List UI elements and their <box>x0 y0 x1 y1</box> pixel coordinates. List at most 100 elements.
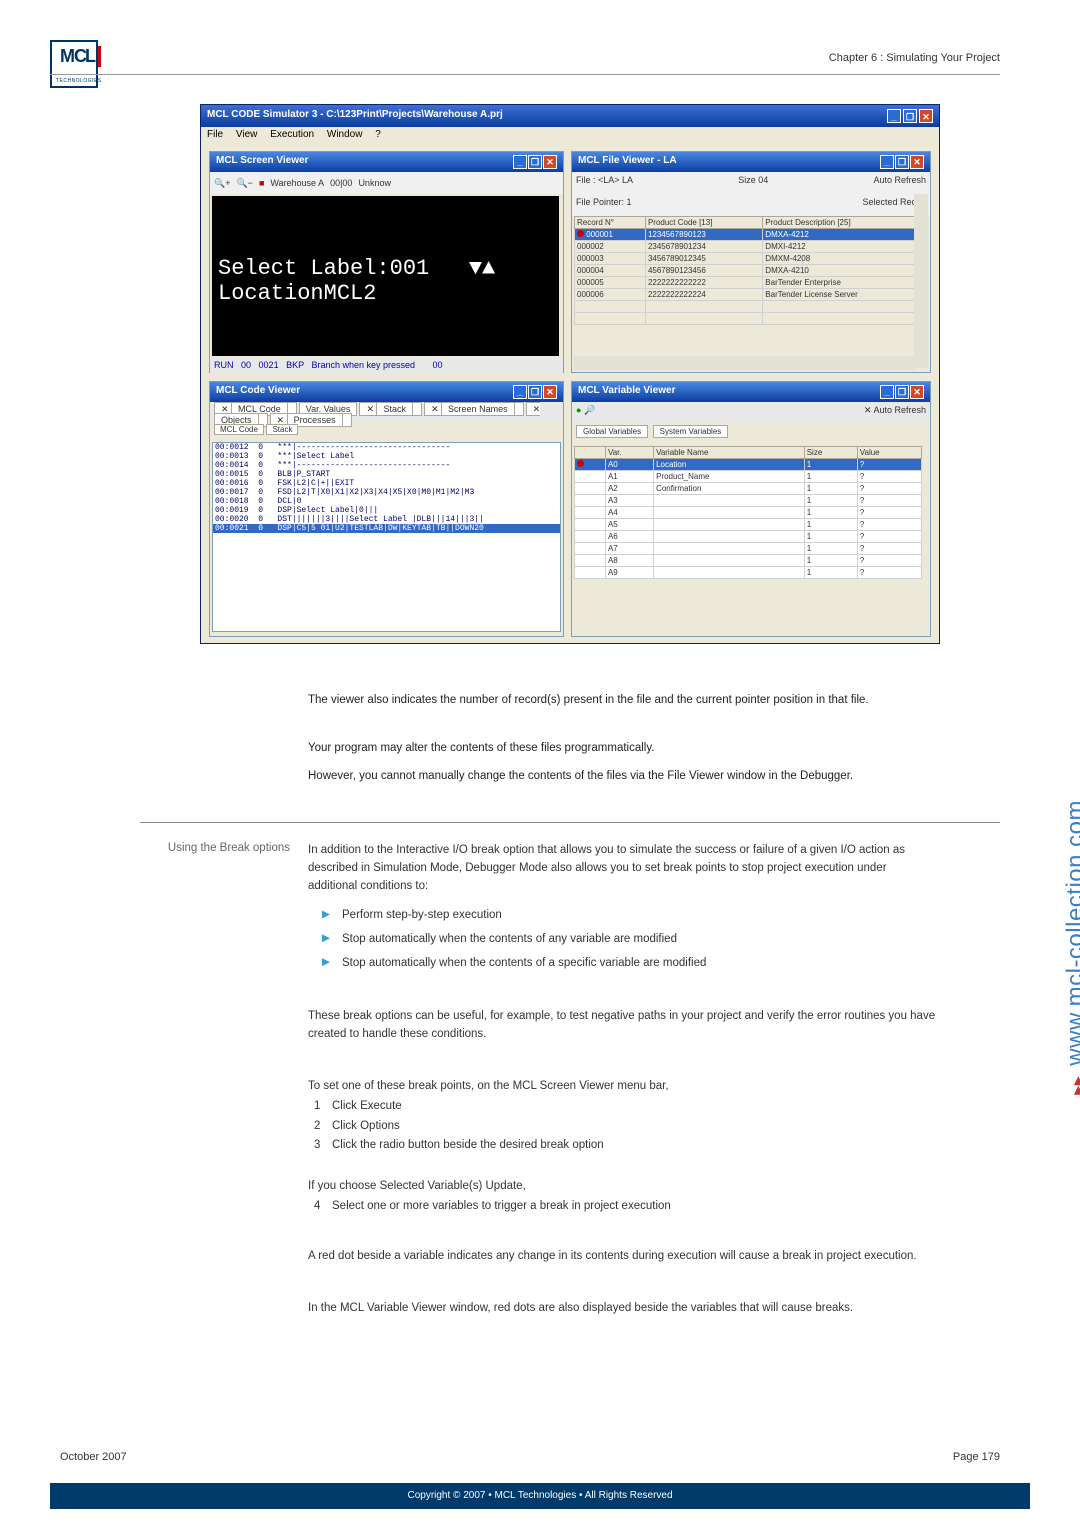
varviewer-tabs[interactable]: Global Variables System Variables <box>572 424 930 444</box>
file-value: <LA> LA <box>598 175 633 185</box>
code-line: 00:0015 0 BLB|P_START <box>213 470 560 479</box>
close-icon[interactable]: ✕ <box>910 385 924 399</box>
code-line-current: 00:0021 0 DSP|C5|5 01|U2|TESTLAB|DW|KEYT… <box>213 524 560 533</box>
file-records-table[interactable]: Record N°Product Code [13]Product Descri… <box>574 216 928 325</box>
table-row[interactable]: 0000011234567890123DMXA-4212 <box>575 229 928 241</box>
auto-refresh-button[interactable]: ✕ Auto Refresh <box>864 405 926 421</box>
close-icon[interactable]: ✕ <box>543 155 557 169</box>
step: 4Select one or more variables to trigger… <box>314 1198 938 1216</box>
panel-controls[interactable]: _❐✕ <box>513 155 557 169</box>
info-icon[interactable]: ● <box>576 405 581 415</box>
minimize-icon[interactable]: _ <box>513 155 527 169</box>
device-screen: Select Label:001 ▼▲ LocationMCL2 <box>212 196 559 356</box>
paragraph: The viewer also indicates the number of … <box>308 692 938 710</box>
paragraph: Your program may alter the contents of t… <box>308 740 938 758</box>
subtab-stack[interactable]: Stack <box>266 424 298 435</box>
side-heading: Using the Break options <box>140 842 290 854</box>
vertical-scrollbar[interactable] <box>914 194 928 368</box>
paragraph: In the MCL Variable Viewer window, red d… <box>308 1300 938 1318</box>
step: 1Click Execute <box>314 1098 938 1116</box>
panel-controls[interactable]: _❐✕ <box>880 385 924 399</box>
steps-block: If you choose Selected Variable(s) Updat… <box>308 1178 938 1218</box>
status-msg: Branch when key pressed <box>311 360 415 370</box>
menu-execution[interactable]: Execution <box>270 129 314 140</box>
search-icon[interactable]: 🔎 <box>584 405 595 415</box>
codeviewer-title: MCL Code Viewer <box>216 385 300 399</box>
subtab-code[interactable]: MCL Code <box>214 424 264 435</box>
table-row[interactable]: A51? <box>575 519 922 531</box>
footer-copyright: Copyright © 2007 • MCL Technologies • Al… <box>50 1483 1030 1509</box>
table-row[interactable]: A71? <box>575 543 922 555</box>
section-rule <box>140 822 1000 823</box>
code-line: 00:0013 0 ***|Select Label <box>213 452 560 461</box>
table-row[interactable]: A91? <box>575 567 922 579</box>
table-row[interactable]: 0000062222222222224BarTender License Ser… <box>575 289 928 301</box>
stop-icon[interactable]: ■ <box>259 178 264 188</box>
close-icon[interactable]: ✕ <box>919 109 933 123</box>
minimize-icon[interactable]: _ <box>880 385 894 399</box>
close-icon[interactable]: ✕ <box>543 385 557 399</box>
screen-text: Select Label:001 ▼▲ LocationMCL2 <box>218 256 495 306</box>
simulator-titlebar: MCL CODE Simulator 3 - C:\123Print\Proje… <box>201 105 939 127</box>
status-unknown: Unknow <box>358 178 391 188</box>
window-controls[interactable]: _ ❐ ✕ <box>887 109 933 123</box>
varviewer-toolbar[interactable]: ● 🔎 ✕ Auto Refresh <box>572 402 930 424</box>
menubar[interactable]: File View Execution Window ? <box>201 127 939 145</box>
restore-icon[interactable]: ❐ <box>895 385 909 399</box>
table-row[interactable]: A41? <box>575 507 922 519</box>
col-name: Variable Name <box>654 447 805 459</box>
tab-stack[interactable]: ✕ Stack <box>359 402 422 416</box>
tab-global[interactable]: Global Variables <box>576 425 648 438</box>
restore-icon[interactable]: ❐ <box>528 385 542 399</box>
menu-window[interactable]: Window <box>327 129 363 140</box>
table-row <box>575 301 928 313</box>
menu-file[interactable]: File <box>207 129 223 140</box>
code-listing[interactable]: 00:0012 0 ***|--------------------------… <box>212 442 561 632</box>
panel-controls[interactable]: _❐✕ <box>880 155 924 169</box>
table-row[interactable]: A0Location1? <box>575 459 922 471</box>
steps-block: To set one of these break points, on the… <box>308 1078 938 1157</box>
table-row[interactable]: 0000052222222222222BarTender Enterprise <box>575 277 928 289</box>
codeviewer-subtabs[interactable]: MCL Code Stack <box>210 422 563 440</box>
table-row[interactable]: A81? <box>575 555 922 567</box>
table-row[interactable]: A31? <box>575 495 922 507</box>
zoom-out-icon[interactable]: 🔍− <box>236 178 252 189</box>
code-line: 00:0018 0 DCL|0 <box>213 497 560 506</box>
size-value: 04 <box>758 175 768 185</box>
code-line: 00:0016 0 FSK|L2|C|+||EXIT <box>213 479 560 488</box>
col-code: Product Code [13] <box>645 217 762 229</box>
header-rule <box>50 74 1000 75</box>
auto-refresh-button[interactable]: Auto Refresh <box>873 175 926 191</box>
restore-icon[interactable]: ❐ <box>528 155 542 169</box>
zoom-in-icon[interactable]: 🔍+ <box>214 178 230 189</box>
table-row[interactable]: 0000033456789012345DMXM-4208 <box>575 253 928 265</box>
table-row[interactable]: A2Confirmation1? <box>575 483 922 495</box>
menu-help[interactable]: ? <box>375 129 381 140</box>
minimize-icon[interactable]: _ <box>513 385 527 399</box>
minimize-icon[interactable]: _ <box>887 109 901 123</box>
table-row[interactable]: 0000044567890123456DMXA-4210 <box>575 265 928 277</box>
fp-label: File Pointer: <box>576 197 624 207</box>
tab-screennames[interactable]: ✕ Screen Names <box>424 402 524 416</box>
chapter-title: Chapter 6 : Simulating Your Project <box>829 52 1000 64</box>
restore-icon[interactable]: ❐ <box>903 109 917 123</box>
panel-controls[interactable]: _❐✕ <box>513 385 557 399</box>
restore-icon[interactable]: ❐ <box>895 155 909 169</box>
screenviewer-toolbar[interactable]: 🔍+ 🔍− ■ Warehouse A 00|00 Unknow <box>210 172 563 194</box>
variables-table[interactable]: Var.Variable NameSizeValue A0Location1? … <box>574 446 922 579</box>
file-label: File : <box>576 175 596 185</box>
horizontal-scrollbar[interactable] <box>574 356 914 370</box>
menu-view[interactable]: View <box>236 129 258 140</box>
paragraph: In addition to the Interactive I/O break… <box>308 842 938 895</box>
break-dot-icon <box>577 460 584 467</box>
codeviewer-tabs[interactable]: ✕ MCL CodeVar. Values✕ Stack✕ Screen Nam… <box>210 402 563 422</box>
tab-system[interactable]: System Variables <box>653 425 729 438</box>
table-row[interactable]: A1Product_Name1? <box>575 471 922 483</box>
minimize-icon[interactable]: _ <box>880 155 894 169</box>
paragraph: If you choose Selected Variable(s) Updat… <box>308 1178 938 1196</box>
step: 3Click the radio button beside the desir… <box>314 1137 938 1155</box>
table-row[interactable]: 0000022345678901234DMXI-4212 <box>575 241 928 253</box>
table-row[interactable]: A61? <box>575 531 922 543</box>
code-viewer-panel: MCL Code Viewer _❐✕ ✕ MCL CodeVar. Value… <box>209 381 564 637</box>
close-icon[interactable]: ✕ <box>910 155 924 169</box>
